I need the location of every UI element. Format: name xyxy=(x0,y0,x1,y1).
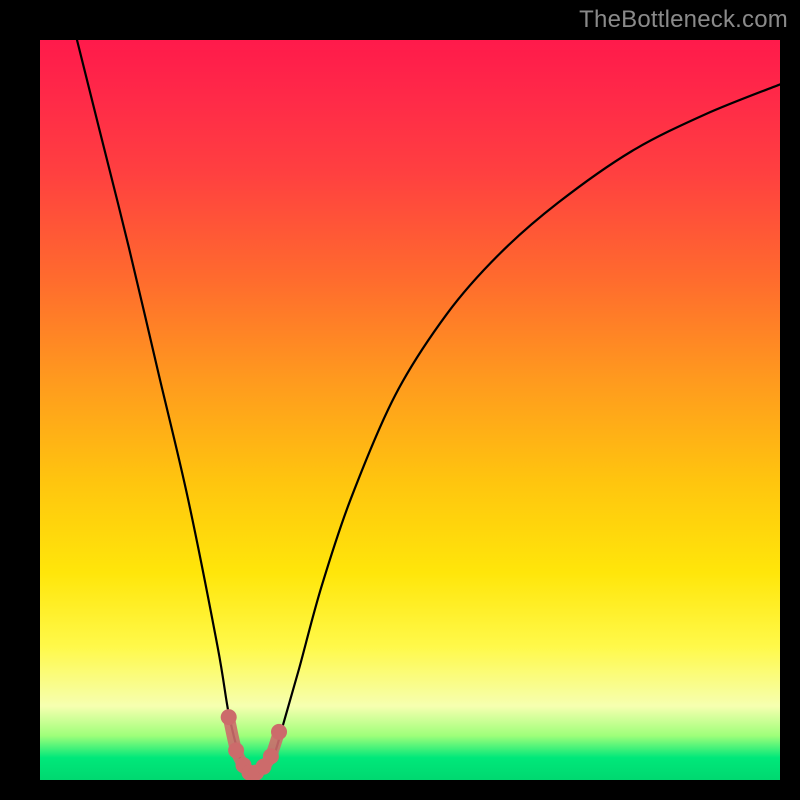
highlight-dot xyxy=(228,742,244,758)
highlight-dot xyxy=(263,748,279,764)
watermark-text: TheBottleneck.com xyxy=(579,6,788,34)
plot-area xyxy=(40,40,780,780)
bottleneck-curve-path xyxy=(77,40,780,776)
highlight-dot xyxy=(271,724,287,740)
bottleneck-curve xyxy=(77,40,780,776)
chart-svg xyxy=(40,40,780,780)
chart-frame: TheBottleneck.com xyxy=(0,0,800,800)
highlight-dot xyxy=(221,709,237,725)
highlight-dots xyxy=(221,709,287,780)
